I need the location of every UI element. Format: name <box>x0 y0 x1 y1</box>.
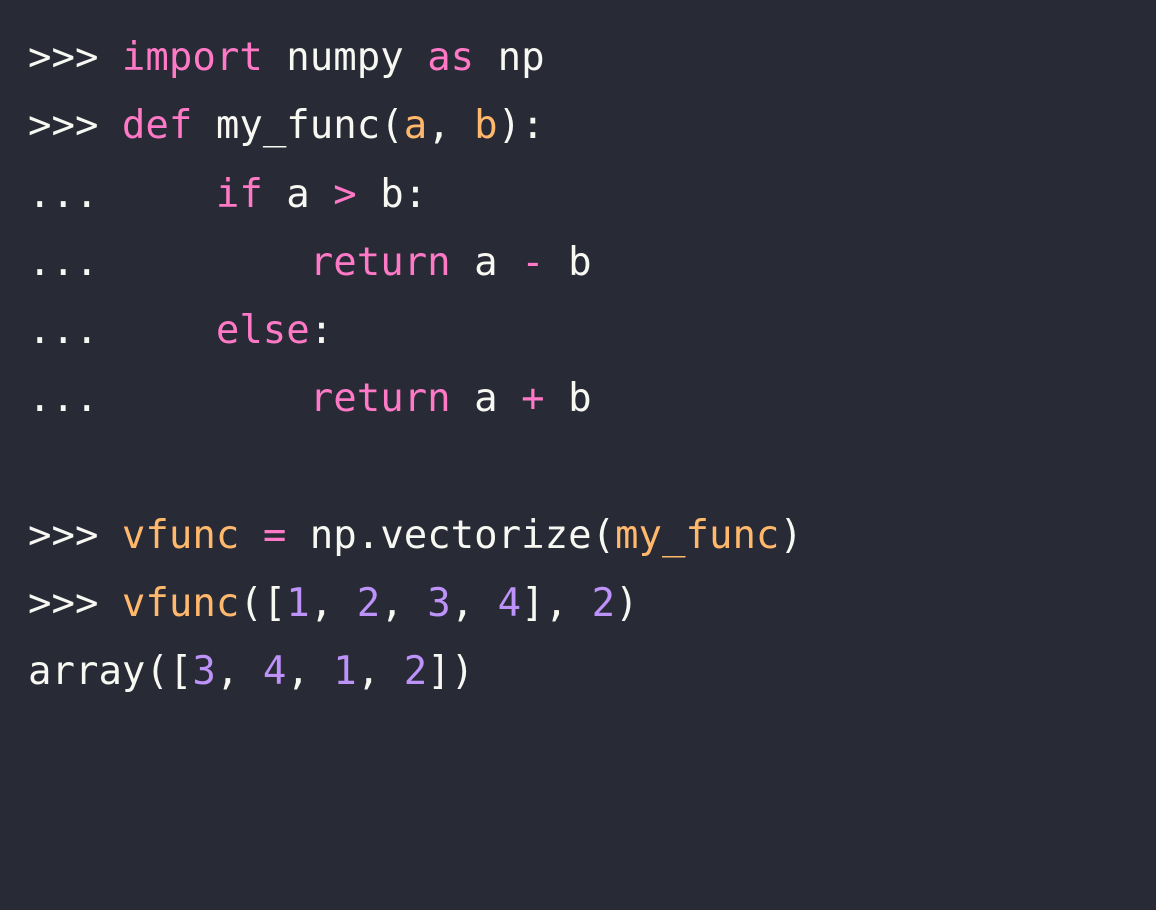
code-token: ): <box>498 103 545 148</box>
code-line: ... return a + b <box>28 376 592 421</box>
code-line: >>> import numpy as np <box>28 35 545 80</box>
code-token: import <box>122 35 263 80</box>
code-token: ) <box>615 581 638 626</box>
code-token: >>> <box>28 513 122 558</box>
code-token: as <box>427 35 474 80</box>
code-line: array([3, 4, 1, 2]) <box>28 649 474 694</box>
code-token: numpy <box>263 35 427 80</box>
code-token: . <box>357 513 380 558</box>
code-token <box>239 513 262 558</box>
code-token <box>192 103 215 148</box>
code-token: vfunc <box>122 513 239 558</box>
code-token: , <box>216 649 263 694</box>
code-token: ([ <box>145 649 192 694</box>
code-token: , <box>310 581 357 626</box>
code-token: 1 <box>286 581 309 626</box>
code-token: else <box>216 308 310 353</box>
code-token: ( <box>380 103 403 148</box>
code-token: b <box>474 103 497 148</box>
code-token: ([ <box>239 581 286 626</box>
code-line: ... if a > b: <box>28 172 427 217</box>
code-token: : <box>404 172 427 217</box>
code-token: 1 <box>333 649 356 694</box>
code-token: 3 <box>427 581 450 626</box>
code-line: >>> vfunc([1, 2, 3, 4], 2) <box>28 581 639 626</box>
code-token: , <box>286 649 333 694</box>
code-token: ], <box>521 581 591 626</box>
code-token: >>> <box>28 35 122 80</box>
code-block: >>> import numpy as np >>> def my_func(a… <box>0 0 1156 731</box>
code-token: >>> <box>28 581 122 626</box>
code-line: >>> vfunc = np.vectorize(my_func) <box>28 513 803 558</box>
code-token: if <box>216 172 263 217</box>
code-token: my_func <box>216 103 380 148</box>
code-token: ... <box>28 172 216 217</box>
code-token: a <box>451 240 521 285</box>
code-token: 2 <box>404 649 427 694</box>
code-token: - <box>521 240 544 285</box>
code-token: b <box>545 240 592 285</box>
code-token: 4 <box>263 649 286 694</box>
code-line: ... else: <box>28 308 333 353</box>
code-token: def <box>122 103 192 148</box>
code-token: vectorize <box>380 513 591 558</box>
code-line: >>> def my_func(a, b): <box>28 103 545 148</box>
code-token: , <box>427 103 474 148</box>
code-token: >>> <box>28 103 122 148</box>
code-token: > <box>333 172 356 217</box>
code-token: + <box>521 376 544 421</box>
code-token: ... <box>28 308 216 353</box>
code-token: ( <box>592 513 615 558</box>
code-token: vfunc <box>122 581 239 626</box>
code-token: a <box>451 376 521 421</box>
code-token: a <box>263 172 333 217</box>
code-token: b <box>357 172 404 217</box>
code-token: 4 <box>498 581 521 626</box>
code-token: array <box>28 649 145 694</box>
code-token: a <box>404 103 427 148</box>
code-token: , <box>380 581 427 626</box>
code-token: 3 <box>192 649 215 694</box>
code-token: np <box>286 513 356 558</box>
code-token: np <box>474 35 544 80</box>
code-token: 2 <box>357 581 380 626</box>
code-line <box>28 445 51 490</box>
code-token: : <box>310 308 333 353</box>
code-token: ... <box>28 240 310 285</box>
code-token: ... <box>28 376 310 421</box>
code-line: ... return a - b <box>28 240 592 285</box>
code-token: ) <box>779 513 802 558</box>
code-token: b <box>545 376 592 421</box>
code-token: ]) <box>427 649 474 694</box>
code-token: 2 <box>592 581 615 626</box>
code-token <box>28 445 51 490</box>
code-token: = <box>263 513 286 558</box>
code-token: , <box>357 649 404 694</box>
code-token: return <box>310 240 451 285</box>
code-token: , <box>451 581 498 626</box>
code-token: my_func <box>615 513 779 558</box>
code-token: return <box>310 376 451 421</box>
